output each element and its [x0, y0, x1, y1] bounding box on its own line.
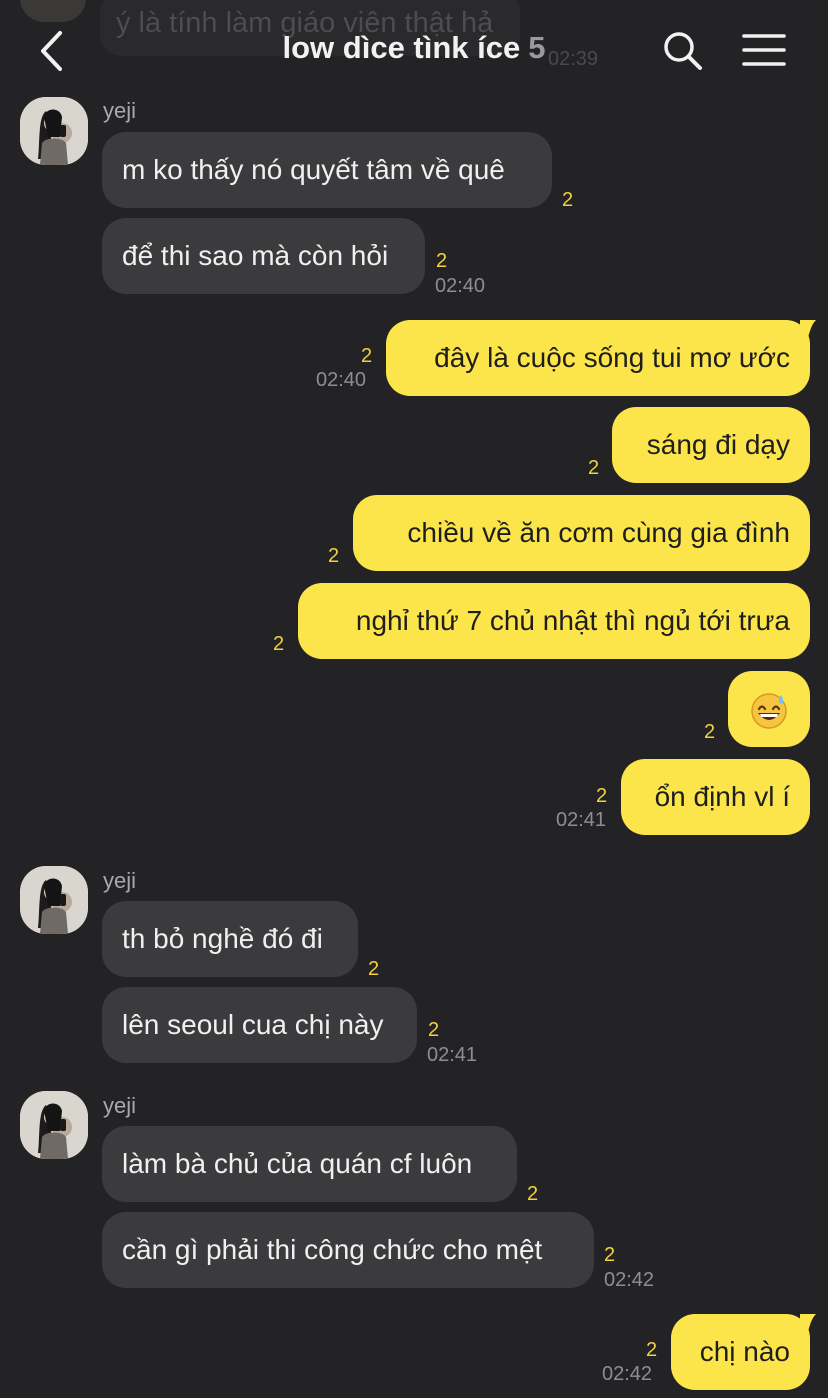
unread-count: 2 [604, 1244, 616, 1266]
incoming-message-bubble[interactable]: cần gì phải thi công chức cho mệt [102, 1212, 594, 1288]
message-time: 02:42 [602, 1363, 653, 1385]
profile-photo-icon [20, 97, 88, 165]
search-icon [664, 32, 702, 70]
grinning-sweat-emoji-icon [751, 692, 787, 729]
unread-count: 2 [273, 633, 285, 655]
unread-count: 2 [436, 250, 448, 272]
message-time: 02:41 [556, 809, 607, 831]
chat-header: ý là tính làm giáo viên thật hả 02:39 lo… [0, 0, 828, 96]
unread-count: 2 [646, 1339, 658, 1361]
unread-count: 2 [527, 1183, 539, 1205]
outgoing-message-bubble[interactable]: sáng đi dạy [612, 407, 810, 483]
unread-count: 2 [562, 189, 574, 211]
search-button[interactable] [660, 28, 706, 74]
profile-photo-icon [20, 1091, 88, 1159]
hamburger-menu-icon [742, 34, 786, 66]
outgoing-message-bubble[interactable]: chiều về ăn cơm cùng gia đình [353, 495, 810, 571]
unread-count: 2 [368, 958, 380, 980]
unread-count: 2 [596, 785, 608, 807]
avatar[interactable] [20, 1091, 88, 1159]
sender-name: yeji [103, 98, 137, 123]
unread-count: 2 [328, 545, 340, 567]
unread-count: 2 [428, 1019, 440, 1041]
emoji-message-bubble[interactable] [728, 671, 810, 747]
profile-photo-icon [20, 866, 88, 934]
avatar[interactable] [20, 866, 88, 934]
chat-screen: ý là tính làm giáo viên thật hả 02:39 lo… [0, 0, 828, 1398]
incoming-message-bubble[interactable]: lên seoul cua chị này [102, 987, 417, 1063]
bubble-tail [800, 320, 816, 338]
message-time: 02:40 [435, 275, 486, 297]
outgoing-message-bubble[interactable]: đây là cuộc sống tui mơ ước [386, 320, 810, 396]
menu-button[interactable] [740, 30, 788, 72]
room-name: low dìce tìnk íce [282, 30, 521, 65]
incoming-message-bubble[interactable]: làm bà chủ của quán cf luôn [102, 1126, 517, 1202]
sender-name: yeji [103, 1093, 137, 1118]
outgoing-message-bubble[interactable]: nghỉ thứ 7 chủ nhật thì ngủ tới trưa [298, 583, 810, 659]
sender-name: yeji [103, 868, 137, 893]
member-count: 5 [528, 30, 546, 65]
scrolled-avatar [20, 0, 86, 22]
unread-count: 2 [704, 721, 716, 743]
unread-count: 2 [361, 345, 373, 367]
message-time: 02:40 [316, 369, 367, 391]
message-time: 02:42 [604, 1269, 655, 1291]
incoming-message-bubble[interactable]: th bỏ nghề đó đi [102, 901, 358, 977]
unread-count: 2 [588, 457, 600, 479]
bubble-tail [800, 1314, 816, 1332]
incoming-message-bubble[interactable]: để thi sao mà còn hỏi [102, 218, 425, 294]
incoming-message-bubble[interactable]: m ko thấy nó quyết tâm về quê [102, 132, 552, 208]
outgoing-message-bubble[interactable]: ổn định vl í [621, 759, 810, 835]
message-time: 02:41 [427, 1044, 478, 1066]
avatar[interactable] [20, 97, 88, 165]
outgoing-message-bubble[interactable]: chị nào [671, 1314, 810, 1390]
